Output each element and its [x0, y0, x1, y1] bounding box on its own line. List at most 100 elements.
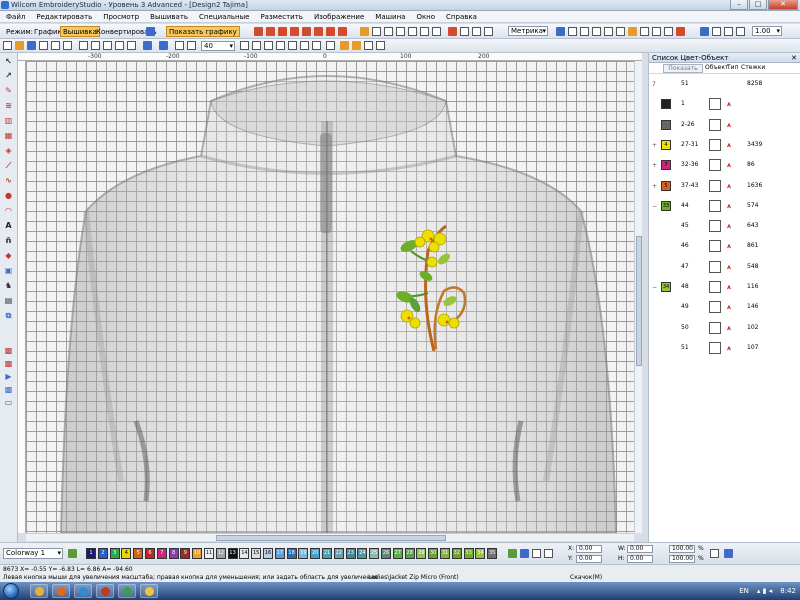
zoom-in-icon[interactable]	[175, 41, 184, 50]
cursor-icon[interactable]	[700, 27, 709, 36]
minimize-button[interactable]: –	[730, 0, 748, 10]
taskbar-explorer-icon[interactable]	[30, 584, 48, 598]
color-chip[interactable]: 13	[227, 548, 238, 559]
start-button[interactable]	[3, 583, 19, 599]
travel-icon[interactable]: ▩	[3, 385, 14, 394]
mirror-icon[interactable]	[640, 27, 649, 36]
color-icon[interactable]	[360, 27, 369, 36]
tree-toggle[interactable]: 7	[652, 82, 656, 88]
color-film-icon[interactable]: ▩	[3, 359, 14, 368]
show-graphics-button[interactable]: Показать графику	[166, 26, 240, 37]
satin-stitch-icon[interactable]	[278, 27, 287, 36]
pen-icon[interactable]	[448, 27, 457, 36]
fill-stitch-icon[interactable]	[314, 27, 323, 36]
duplicate-icon[interactable]	[115, 41, 124, 50]
menu-file[interactable]: Файл	[6, 13, 25, 21]
color-chip[interactable]: 23	[345, 548, 356, 559]
tatami-stitch-icon[interactable]	[290, 27, 299, 36]
color-chip[interactable]: 18	[286, 548, 297, 559]
color-chip[interactable]: 19	[298, 548, 309, 559]
color-chip[interactable]: 4	[121, 548, 132, 559]
hoop-view-icon[interactable]	[312, 41, 321, 50]
show-outlines-icon[interactable]	[352, 41, 361, 50]
mail-icon[interactable]	[63, 41, 72, 50]
color-object-row[interactable]: 45 ⩚ 643	[649, 216, 800, 236]
color-object-row[interactable]: 51 ⩚ 107	[649, 338, 800, 358]
horizontal-scrollbar[interactable]	[26, 533, 634, 541]
ruler-icon[interactable]	[288, 41, 297, 50]
tree-toggle[interactable]: +	[652, 142, 657, 149]
menu-embroider[interactable]: Вышивать	[150, 13, 188, 21]
stitch-angle-icon[interactable]	[664, 27, 673, 36]
color-chip[interactable]: 10	[192, 548, 203, 559]
thickness-icon[interactable]	[736, 27, 745, 36]
cut-icon[interactable]	[79, 41, 88, 50]
color-chip[interactable]: 8	[168, 548, 179, 559]
color-chip[interactable]: 1	[86, 548, 96, 559]
color-chip[interactable]: 7	[156, 548, 167, 559]
tree-toggle[interactable]: +	[652, 183, 657, 190]
scale-y-field[interactable]: 100.00	[669, 555, 695, 563]
color-chip[interactable]: 6	[145, 548, 155, 559]
lettering-tool-icon[interactable]: A	[3, 221, 14, 230]
fill-tool-icon[interactable]: ▦	[3, 131, 14, 140]
complex-fill-icon[interactable]: ◈	[3, 146, 14, 155]
group-icon[interactable]	[408, 27, 417, 36]
colorway-edit-icon[interactable]	[68, 549, 77, 558]
color-chip[interactable]: 27	[392, 548, 403, 559]
tree-toggle[interactable]: −	[652, 203, 657, 210]
photo-stitch-icon[interactable]: ▣	[3, 266, 14, 275]
menu-special[interactable]: Специальные	[199, 13, 249, 21]
show-needle-icon[interactable]	[364, 41, 373, 50]
mirror-merge-icon[interactable]: ⧉	[3, 311, 14, 320]
tracing-icon[interactable]	[652, 27, 661, 36]
color-chip[interactable]: 16	[263, 548, 273, 559]
color-chip[interactable]: 11	[204, 548, 214, 559]
new-file-icon[interactable]	[3, 41, 12, 50]
show-stitches-icon[interactable]	[340, 41, 349, 50]
menu-machine[interactable]: Машина	[375, 13, 405, 21]
color-chip[interactable]: 26	[381, 548, 391, 559]
vertical-scroll-thumb[interactable]	[636, 236, 642, 366]
delete-icon[interactable]	[127, 41, 136, 50]
frame-icon[interactable]	[472, 27, 481, 36]
color-object-row[interactable]: +7 32-36 ⩚ 86	[649, 155, 800, 175]
apply-transform-icon[interactable]	[724, 549, 733, 558]
freehand-tool-icon[interactable]: ∿	[3, 176, 14, 185]
color-chip[interactable]: 9	[180, 548, 191, 559]
reshape-tool-icon[interactable]: ✎	[3, 86, 14, 95]
satin-tool-icon[interactable]: ≋	[3, 101, 14, 110]
color-chip[interactable]: 29	[416, 548, 427, 559]
color-chip[interactable]: 12	[215, 548, 226, 559]
color-chip[interactable]: 2	[97, 548, 108, 559]
thickness-select[interactable]: 1.00	[752, 26, 782, 36]
taskbar-media-icon[interactable]	[52, 584, 70, 598]
maximize-button[interactable]: □	[749, 0, 767, 10]
flip-icon[interactable]	[604, 27, 613, 36]
show-functions-icon[interactable]	[376, 41, 385, 50]
trim-icon[interactable]	[676, 27, 685, 36]
x-field[interactable]: 0.00	[576, 545, 602, 553]
zoom-select[interactable]: 40	[201, 41, 235, 51]
distribute-icon[interactable]	[592, 27, 601, 36]
eyedropper-icon[interactable]	[712, 27, 721, 36]
w-field[interactable]: 0.00	[627, 545, 653, 553]
sequence-icon[interactable]: ▩	[3, 346, 14, 355]
select-tool-icon[interactable]: ↖	[3, 57, 14, 66]
menu-window[interactable]: Окно	[416, 13, 435, 21]
taskbar-app-icon[interactable]	[96, 584, 114, 598]
overview-icon[interactable]: ▭	[3, 398, 14, 407]
rotate-icon[interactable]	[616, 27, 625, 36]
save-icon[interactable]	[27, 41, 36, 50]
menu-arrange[interactable]: Разместить	[260, 13, 303, 21]
color-chip[interactable]: 24	[357, 548, 368, 559]
polyline-tool-icon[interactable]: ↗	[3, 71, 14, 80]
color-chip[interactable]: 31	[440, 548, 450, 559]
lines-icon[interactable]	[556, 27, 565, 36]
color-chip[interactable]: 17	[274, 548, 285, 559]
run-stitch-icon[interactable]	[266, 27, 275, 36]
grid-icon[interactable]	[568, 27, 577, 36]
lock-proportions-icon[interactable]	[710, 549, 719, 558]
fit-icon[interactable]	[264, 41, 273, 50]
color-chip[interactable]: 30	[428, 548, 439, 559]
